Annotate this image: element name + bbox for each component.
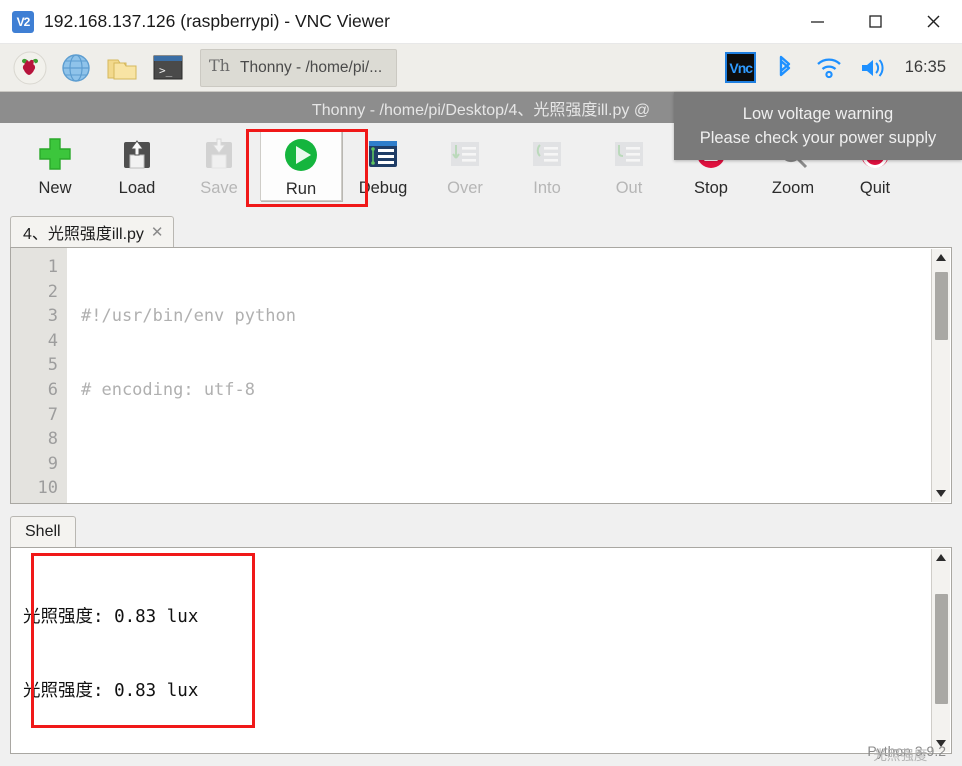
tab-shell[interactable]: Shell (10, 516, 76, 547)
window-controls (788, 0, 962, 44)
line-number: 5 (47, 355, 58, 376)
wifi-icon[interactable] (809, 47, 849, 89)
code-comment: #!/usr/bin/env python (81, 306, 296, 327)
shell-output-text: 光照强度: 0.83 lux 光照强度: 0.83 lux 光照强度: 1.25… (11, 548, 951, 753)
vnc-title-bar: V2 192.168.137.126 (raspberrypi) - VNC V… (0, 0, 962, 44)
line-number: 1 (47, 257, 58, 277)
new-button-label: New (38, 179, 72, 197)
shell-line: 光照强度: 0.83 lux (23, 680, 199, 701)
thonny-window: New Load Save Run Debug Over Into Out St… (0, 123, 962, 766)
svg-text:Th: Th (209, 56, 230, 75)
shell-scroll-thumb[interactable] (934, 594, 948, 704)
line-number: 3 (47, 306, 58, 327)
taskbar-window-label: Thonny - /home/pi/... (240, 58, 383, 76)
system-tray: Vnc 16:35 (721, 44, 962, 92)
editor-vertical-scrollbar[interactable] (931, 249, 950, 502)
minimize-icon[interactable] (788, 0, 846, 44)
save-button[interactable]: Save (178, 129, 260, 201)
run-button-label: Run (285, 180, 317, 198)
taskbar-window-thonny[interactable]: Th Thonny - /home/pi/... (200, 48, 398, 87)
web-browser-icon[interactable] (56, 48, 96, 88)
volume-icon[interactable] (853, 47, 893, 89)
bluetooth-icon[interactable] (765, 47, 805, 89)
step-over-button-label: Over (447, 179, 483, 197)
file-manager-icon[interactable] (102, 48, 142, 88)
maximize-icon[interactable] (846, 0, 904, 44)
vnc-window-title: 192.168.137.126 (raspberrypi) - VNC View… (44, 11, 390, 31)
line-number: 9 (47, 453, 58, 474)
save-button-label: Save (200, 179, 238, 197)
zoom-button-label: Zoom (771, 179, 815, 197)
editor-notebook: 4、光照强度ill.py ✕ 1 2 3 4 5 6 7 8 9 10 #!/u… (10, 216, 952, 504)
shell-tab-label: Shell (25, 523, 61, 540)
thonny-statusbar: Python 3.9.2 光照强度 (0, 736, 962, 766)
raspberry-taskbar: >_ Th Thonny - /home/pi/... Vnc 16:35 (0, 44, 962, 92)
step-over-icon (448, 133, 482, 175)
line-number: 7 (47, 404, 58, 425)
close-icon[interactable]: ✕ (151, 223, 164, 241)
step-into-icon (530, 133, 564, 175)
scroll-up-icon[interactable] (932, 249, 951, 266)
line-number: 8 (47, 429, 58, 450)
editor-tab-file[interactable]: 4、光照强度ill.py ✕ (10, 216, 174, 247)
low-voltage-notification: Low voltage warning Please check your po… (674, 92, 962, 160)
vnc-tray-icon[interactable]: Vnc (721, 47, 761, 89)
line-number: 6 (47, 379, 58, 400)
load-button-label: Load (118, 179, 156, 197)
interpreter-status: Python 3.9.2 光照强度 (867, 743, 946, 763)
terminal-icon[interactable]: >_ (148, 48, 188, 88)
shell-output[interactable]: 光照强度: 0.83 lux 光照强度: 0.83 lux 光照强度: 1.25… (10, 547, 952, 754)
step-into-button-label: Into (533, 179, 561, 197)
debug-button[interactable]: Debug (342, 129, 424, 201)
line-number: 2 (47, 281, 58, 302)
scroll-down-icon[interactable] (932, 485, 951, 502)
taskbar-clock: 16:35 (904, 58, 946, 76)
step-into-button[interactable]: Into (506, 129, 588, 201)
close-icon[interactable] (904, 0, 962, 44)
line-number: 4 (47, 330, 58, 351)
load-file-icon (119, 133, 155, 175)
code-line: #!/usr/bin/env python (81, 304, 951, 329)
code-text: #!/usr/bin/env python # encoding: utf-8 … (67, 248, 951, 503)
step-out-button-label: Out (615, 179, 643, 197)
new-button[interactable]: New (14, 129, 96, 201)
step-out-button[interactable]: Out (588, 129, 670, 201)
step-over-button[interactable]: Over (424, 129, 506, 201)
run-icon (281, 134, 321, 176)
debug-button-label: Debug (358, 179, 408, 197)
save-file-icon (201, 133, 237, 175)
raspberry-menu-icon[interactable] (10, 48, 50, 88)
run-button[interactable]: Run (260, 129, 342, 201)
notification-line-2: Please check your power supply (699, 129, 937, 147)
shell-tabstrip: Shell (10, 516, 952, 547)
editor-scroll-track[interactable] (932, 266, 951, 485)
vnc-viewer-window: V2 192.168.137.126 (raspberrypi) - VNC V… (0, 0, 962, 766)
editor-tab-label: 4、光照强度ill.py (23, 226, 144, 243)
vnc-tray-label: Vnc (725, 52, 757, 83)
code-comment: # encoding: utf-8 (81, 379, 255, 400)
shell-line: 光照强度: 0.83 lux (23, 606, 199, 627)
new-file-icon (36, 133, 74, 175)
shell-panel: Shell 光照强度: 0.83 lux 光照强度: 0.83 lux 光照强度… (10, 516, 952, 754)
thonny-icon: Th (209, 54, 231, 81)
watermark-text: 光照强度 (873, 748, 928, 763)
step-out-icon (612, 133, 646, 175)
shell-vertical-scrollbar[interactable] (931, 549, 950, 752)
debug-icon (365, 133, 401, 175)
line-number-gutter: 1 2 3 4 5 6 7 8 9 10 (11, 248, 67, 503)
notification-line-1: Low voltage warning (742, 105, 894, 123)
editor-tabstrip: 4、光照强度ill.py ✕ (10, 216, 952, 247)
stop-button-label: Stop (694, 179, 728, 197)
scroll-up-icon[interactable] (932, 549, 951, 566)
editor-scroll-thumb[interactable] (934, 272, 948, 340)
svg-text:>_: >_ (159, 64, 173, 77)
code-editor[interactable]: 1 2 3 4 5 6 7 8 9 10 #!/usr/bin/env pyth… (10, 247, 952, 504)
load-button[interactable]: Load (96, 129, 178, 201)
quit-button-label: Quit (859, 179, 891, 197)
vnc-logo-icon: V2 (12, 10, 34, 33)
shell-scroll-track[interactable] (932, 566, 951, 735)
line-number: 10 (37, 478, 58, 499)
code-line: # encoding: utf-8 (81, 378, 951, 403)
